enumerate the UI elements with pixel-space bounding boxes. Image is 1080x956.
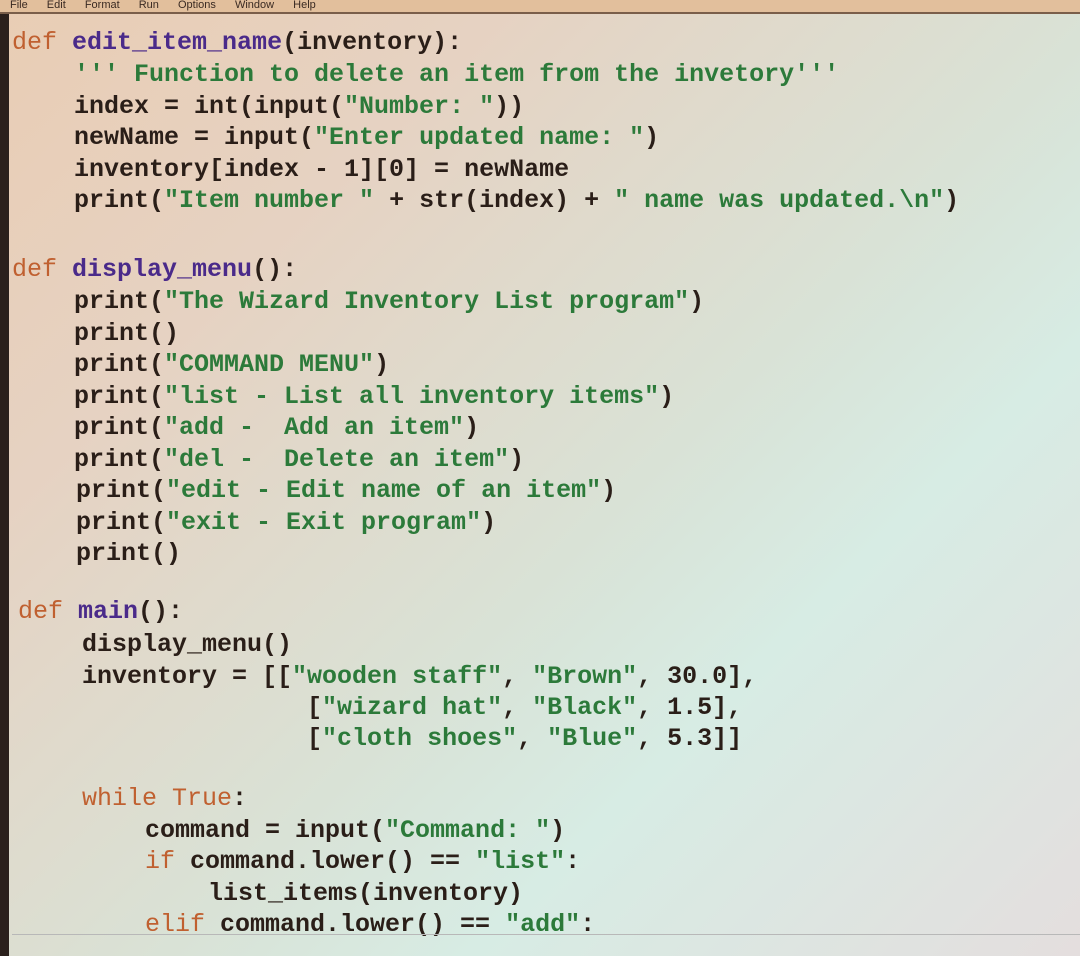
- code-line: print("add - Add an item"): [74, 413, 480, 442]
- code-line: index = int(input("Number: ")): [74, 92, 525, 121]
- function-name: display_menu: [72, 255, 253, 284]
- code-line: def edit_item_name(inventory):: [12, 28, 463, 57]
- menu-edit[interactable]: Edit: [47, 0, 66, 11]
- editor-divider: [12, 934, 1080, 935]
- code-line: print("The Wizard Inventory List program…: [74, 287, 705, 316]
- code-line: print("COMMAND MENU"): [74, 350, 390, 379]
- menu-file[interactable]: File: [10, 0, 28, 11]
- menu-bar: File Edit Format Run Options Window Help: [0, 0, 1080, 14]
- code-line: print("exit - Exit program"): [76, 507, 497, 537]
- menu-run[interactable]: Run: [139, 0, 159, 11]
- code-editor[interactable]: def edit_item_name(inventory): ''' Funct…: [12, 22, 1080, 956]
- code-line: inventory = [["wooden staff", "Brown", 3…: [82, 662, 758, 691]
- code-line: print("edit - Edit name of an item"): [76, 476, 617, 505]
- code-line: newName = input("Enter updated name: "): [74, 123, 660, 152]
- code-line: print("Item number " + str(index) + " na…: [74, 186, 960, 215]
- code-line: print(): [76, 539, 182, 568]
- function-name: edit_item_name: [72, 28, 283, 57]
- code-line: ["cloth shoes", "Blue", 5.3]]: [82, 724, 743, 753]
- code-line: command = input("Command: "): [145, 816, 566, 845]
- function-name: main: [78, 597, 139, 626]
- code-line: elif command.lower() == "add":: [145, 910, 596, 939]
- code-line: def main():: [18, 597, 184, 626]
- code-line: ["wizard hat", "Black", 1.5],: [82, 693, 743, 722]
- menu-options[interactable]: Options: [178, 0, 216, 11]
- code-line: print("del - Delete an item"): [74, 444, 525, 474]
- menu-help[interactable]: Help: [293, 0, 316, 11]
- docstring: ''' Function to delete an item from the …: [74, 60, 840, 89]
- menu-window[interactable]: Window: [235, 0, 274, 11]
- code-line: if command.lower() == "list":: [145, 847, 581, 876]
- code-line: display_menu(): [82, 630, 293, 659]
- code-line: print("list - List all inventory items"): [74, 381, 675, 411]
- code-line: inventory[index - 1][0] = newName: [74, 155, 570, 184]
- menu-format[interactable]: Format: [85, 0, 120, 11]
- code-line: while True:: [82, 784, 248, 813]
- window-border: [0, 14, 9, 956]
- code-line: list_items(inventory): [208, 879, 524, 908]
- idle-editor-window: File Edit Format Run Options Window Help…: [0, 0, 1080, 956]
- code-line: def display_menu():: [12, 255, 298, 284]
- code-line: print(): [74, 318, 180, 348]
